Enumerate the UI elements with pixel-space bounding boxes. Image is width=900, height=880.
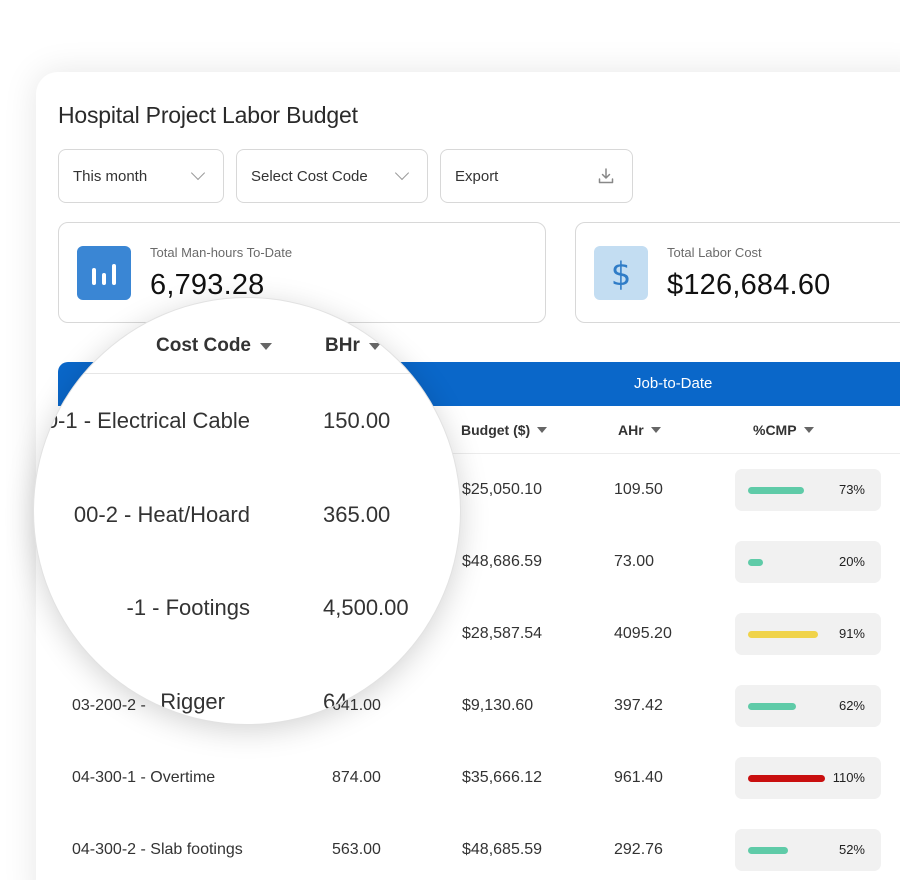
cell-ahr: 4095.20 <box>614 625 672 642</box>
job-to-date-label: Job-to-Date <box>634 375 713 392</box>
sort-icon <box>650 427 661 433</box>
table-row[interactable]: 04-300-2 - Slab footings 563.00 $48,685.59… <box>58 815 900 880</box>
cmp-percent: 91% <box>838 626 865 641</box>
cmp-percent: 20% <box>838 554 865 569</box>
cell-ahr: 73.00 <box>614 553 655 570</box>
cell-budget: $9,130.60 <box>462 697 534 714</box>
sort-icon <box>260 342 272 350</box>
zoom-cell-cost-code: Rigger <box>160 689 225 714</box>
col-header-ahr[interactable]: AHr <box>618 422 661 438</box>
zoom-cell-cost-code: -1 - Footings <box>126 595 251 620</box>
kpi-labor-cost: $ Total Labor Cost $126,684.60 <box>575 222 900 323</box>
zoom-cell-bhr: 4,500.00 <box>323 595 409 620</box>
cmp-progress: 73% <box>735 469 881 511</box>
zoom-cell-bhr: 365.00 <box>323 502 391 527</box>
svg-text:$: $ <box>611 255 631 293</box>
cell-ahr: 109.50 <box>614 481 663 498</box>
chevron-down-icon <box>394 165 410 181</box>
cmp-progress: 91% <box>735 613 881 655</box>
kpi-labor-cost-label: Total Labor Cost <box>667 245 762 260</box>
kpi-manhours-label: Total Man-hours To-Date <box>150 245 293 260</box>
col-header-cmp[interactable]: %CMP <box>753 422 814 438</box>
export-button-label: Export <box>455 167 499 185</box>
cell-cost-code: 03-200-2 - <box>72 697 146 714</box>
cell-budget: $48,685.59 <box>462 841 543 858</box>
page-title: Hospital Project Labor Budget <box>58 102 358 128</box>
cmp-progress-bar <box>748 775 825 782</box>
kpi-labor-cost-value: $126,684.60 <box>667 269 831 301</box>
bar-chart-icon <box>77 246 131 300</box>
zoom-cell-cost-code: 00-2 - Heat/Hoard <box>73 502 250 527</box>
zoom-cell-bhr: 150.00 <box>323 408 391 433</box>
cell-ahr: 397.42 <box>614 697 663 714</box>
cell-budget: $25,050.10 <box>462 481 543 498</box>
cmp-progress-bar <box>748 847 788 854</box>
cmp-progress-bar <box>748 559 763 566</box>
cmp-progress-bar <box>748 703 796 710</box>
cmp-progress: 20% <box>735 541 881 583</box>
cmp-progress: 62% <box>735 685 881 727</box>
cell-bhr: 874.00 <box>332 769 381 786</box>
col-header-budget[interactable]: Budget ($) <box>461 422 548 438</box>
sort-icon <box>368 342 381 350</box>
cmp-percent: 52% <box>838 842 865 857</box>
sort-icon <box>803 427 814 433</box>
cmp-progress: 110% <box>735 757 881 799</box>
sort-icon <box>537 427 548 433</box>
zoom-cell-cost-code: 0-1 - Electrical Cable <box>45 408 250 433</box>
table-row[interactable]: 04-300-1 - Overtime 874.00 $35,666.12 961.4… <box>58 743 900 815</box>
cell-budget: $28,587.54 <box>462 625 543 642</box>
col-header-cmp-label: %CMP <box>753 422 797 438</box>
zoom-col-header-cost-code[interactable]: Cost Code <box>156 335 272 357</box>
cmp-progress-bar <box>748 631 818 638</box>
zoom-col-header-cost-code-label: Cost Code <box>156 335 251 356</box>
magnifier-lens: Cost Code BHr 0-1 - Electrical Cable 150.… <box>34 298 460 724</box>
cell-cost-code: 04-300-2 - Slab footings <box>72 841 243 858</box>
cell-budget: $35,666.12 <box>462 769 543 786</box>
cmp-percent: 62% <box>838 698 865 713</box>
col-header-ahr-label: AHr <box>618 422 644 438</box>
zoom-col-header-bhr[interactable]: BHr <box>325 335 381 357</box>
export-button[interactable]: Export <box>440 149 633 203</box>
zoom-cell-bhr: 64 <box>323 689 348 714</box>
download-icon <box>598 168 614 184</box>
cell-budget: $48,686.59 <box>462 553 543 570</box>
cmp-percent: 73% <box>838 482 865 497</box>
zoom-divider <box>34 373 460 374</box>
cmp-percent: 110% <box>832 770 865 785</box>
cell-cost-code: 04-300-1 - Overtime <box>72 769 216 786</box>
chevron-down-icon <box>190 165 206 181</box>
cost-code-dropdown[interactable]: Select Cost Code <box>236 149 428 203</box>
cell-ahr: 292.76 <box>614 841 663 858</box>
cost-code-dropdown-label: Select Cost Code <box>251 167 368 185</box>
cell-bhr: 563.00 <box>332 841 381 858</box>
cell-ahr: 961.40 <box>614 769 663 786</box>
period-dropdown-label: This month <box>73 167 148 185</box>
dollar-icon: $ <box>594 246 648 300</box>
col-header-budget-label: Budget ($) <box>461 422 531 438</box>
period-dropdown[interactable]: This month <box>58 149 224 203</box>
zoom-col-header-bhr-label: BHr <box>325 335 360 356</box>
cmp-progress: 52% <box>735 829 881 871</box>
cmp-progress-bar <box>748 487 804 494</box>
